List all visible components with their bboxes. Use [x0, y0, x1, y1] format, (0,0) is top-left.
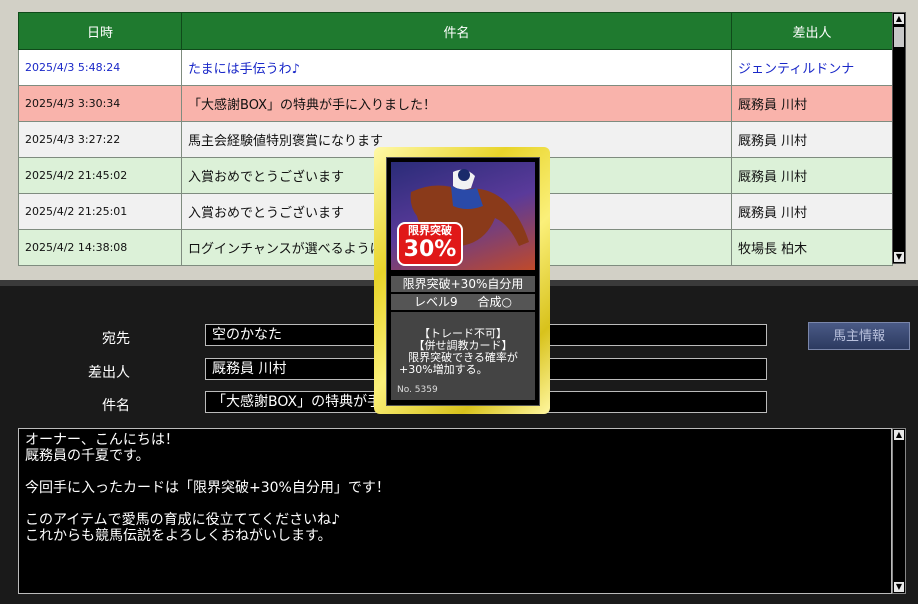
body-line	[25, 496, 885, 512]
owner-info-button[interactable]: 馬主情報	[808, 322, 910, 350]
scroll-down-icon[interactable]: ▼	[894, 582, 904, 592]
desc-line: +30%増加する。	[399, 363, 488, 376]
subject-label: 件名	[102, 398, 130, 414]
mail-date: 2025/4/3 5:48:24	[18, 49, 182, 86]
mail-date: 2025/4/2 14:38:08	[18, 229, 182, 266]
mail-subject: たまには手伝うわ♪	[181, 49, 732, 86]
mail-sender: 牧場長 柏木	[731, 229, 893, 266]
card-description: 【トレード不可】 【併せ調教カード】 限界突破できる確率が +30%増加する。 …	[391, 312, 535, 400]
body-line: これからも競馬伝説をよろしくおねがいします。	[25, 528, 332, 544]
mail-date: 2025/4/3 3:27:22	[18, 121, 182, 158]
scroll-down-icon[interactable]: ▼	[894, 252, 904, 262]
badge-text: 限界突破	[408, 224, 452, 237]
from-label: 差出人	[88, 365, 130, 381]
mail-sender: 厩務員 川村	[731, 193, 893, 230]
mail-date: 2025/4/3 3:30:34	[18, 85, 182, 122]
scroll-up-icon[interactable]: ▲	[894, 14, 904, 24]
card-number: No. 5359	[397, 385, 438, 395]
message-body-scrollbar[interactable]: ▲ ▼	[892, 428, 906, 594]
card-synth: 合成○	[477, 295, 512, 309]
body-line: 厩務員の千夏です。	[25, 448, 150, 464]
scroll-up-icon[interactable]: ▲	[894, 430, 904, 440]
body-line: 今回手に入ったカードは「限界突破+30%自分用」です！	[25, 480, 390, 496]
mail-date: 2025/4/2 21:45:02	[18, 157, 182, 194]
card-art: 限界突破 30%	[391, 162, 535, 270]
mail-sender: 厩務員 川村	[731, 157, 893, 194]
message-body: オーナー、こんにちは！ 厩務員の千夏です。 今回手に入ったカードは「限界突破+3…	[18, 428, 892, 594]
mail-date: 2025/4/2 21:25:01	[18, 193, 182, 230]
body-line: オーナー、こんにちは！	[25, 432, 179, 448]
header-date[interactable]: 日時	[18, 12, 182, 50]
card-level-row: レベル9 合成○	[391, 294, 535, 310]
mail-subject: 「大感謝BOX」の特典が手に入りました！	[181, 85, 732, 122]
header-subject[interactable]: 件名	[181, 12, 732, 50]
body-line	[25, 464, 885, 480]
item-card-popup: 限界突破 30% 限界突破+30%自分用 レベル9 合成○ 【トレード不可】 【…	[374, 147, 550, 414]
mail-row-selected[interactable]: 2025/4/3 3:30:34 「大感謝BOX」の特典が手に入りました！ 厩務…	[18, 85, 893, 122]
mail-row[interactable]: 2025/4/3 5:48:24 たまには手伝うわ♪ ジェンティルドンナ	[18, 49, 893, 86]
card-level: レベル9	[414, 295, 458, 309]
mail-list-header: 日時 件名 差出人	[18, 12, 893, 50]
badge-percent: 30%	[403, 237, 457, 262]
mail-sender: 厩務員 川村	[731, 121, 893, 158]
card-badge: 限界突破 30%	[397, 222, 463, 266]
card-name: 限界突破+30%自分用	[391, 276, 535, 292]
card-frame: 限界突破 30% 限界突破+30%自分用 レベル9 合成○ 【トレード不可】 【…	[386, 157, 540, 406]
scroll-thumb[interactable]	[894, 27, 904, 47]
mail-sender: ジェンティルドンナ	[731, 49, 893, 86]
mail-sender: 厩務員 川村	[731, 85, 893, 122]
header-sender[interactable]: 差出人	[731, 12, 893, 50]
to-label: 宛先	[102, 331, 130, 347]
mail-list-scrollbar[interactable]: ▲ ▼	[892, 12, 906, 264]
body-line: このアイテムで愛馬の育成に役立ててくださいね♪	[25, 512, 341, 528]
